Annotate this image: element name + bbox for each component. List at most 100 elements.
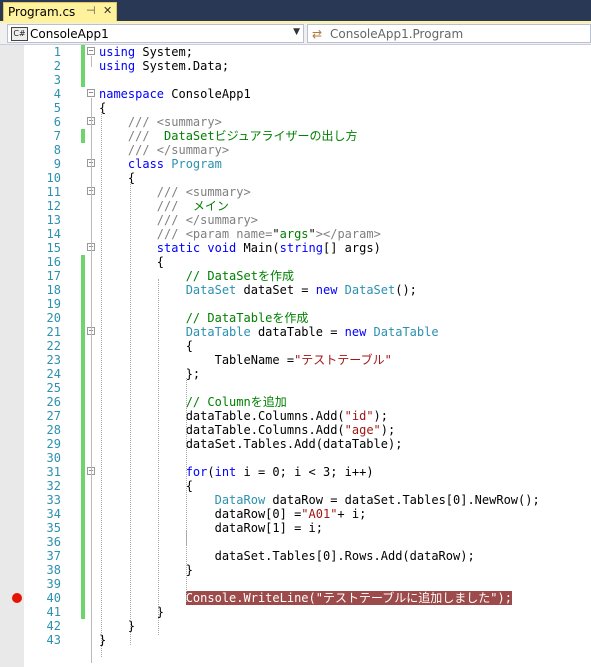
code-text: dataSet.Tables[0].Rows.Add(dataRow); <box>99 549 475 563</box>
code-line[interactable]: 35 dataRow[1] = i; <box>0 521 591 535</box>
code-token: namespace <box>99 87 165 101</box>
code-token: for <box>99 465 208 479</box>
code-text: Console.WriteLine("テストテーブルに追加しました"); <box>99 591 512 605</box>
change-indicator <box>81 339 85 353</box>
line-number: 21 <box>46 325 61 339</box>
code-text: // Columnを追加 <box>99 395 287 409</box>
code-token: new <box>308 283 338 297</box>
code-line[interactable]: 36 <box>0 535 591 549</box>
code-line[interactable]: 20 // DataTableを作成 <box>0 311 591 325</box>
code-line[interactable]: 40 Console.WriteLine("テストテーブルに追加しました"); <box>0 591 591 605</box>
outline-bracket <box>91 182 92 209</box>
outline-bracket <box>91 126 92 151</box>
change-indicator <box>81 255 85 269</box>
code-line[interactable]: 42 } <box>0 619 591 633</box>
code-token: "id" <box>344 409 374 423</box>
code-line[interactable]: 33 DataRow dataRow = dataSet.Tables[0].N… <box>0 493 591 507</box>
change-indicator <box>81 493 85 507</box>
code-editor[interactable]: 1− using System; 2 using System.Data; 3 4− nam… <box>0 45 591 667</box>
code-line[interactable]: 21− DataTable dataTable = new DataTable <box>0 325 591 339</box>
code-text: { <box>99 255 164 269</box>
change-indicator <box>81 591 85 605</box>
outline-bracket <box>91 490 92 615</box>
code-line[interactable]: 12 /// メイン <box>0 199 591 213</box>
code-line[interactable]: 19 <box>0 297 591 311</box>
code-line[interactable]: 25 <box>0 381 591 395</box>
change-indicator <box>81 507 85 521</box>
line-number: 20 <box>46 311 61 325</box>
line-number: 36 <box>46 535 61 549</box>
code-line[interactable]: 4 − namespace ConsoleApp1 <box>0 87 591 101</box>
code-line[interactable]: 10 { <box>0 171 591 185</box>
code-line[interactable]: 41 } <box>0 605 591 619</box>
collapse-icon[interactable]: − <box>87 47 95 55</box>
close-icon[interactable]: ✕ <box>103 4 112 17</box>
collapse-icon[interactable]: − <box>87 89 95 97</box>
code-line[interactable]: 7 /// DataSetビジュアライザーの出し方 <box>0 129 591 143</box>
change-indicator <box>81 521 85 535</box>
change-indicator <box>81 423 85 437</box>
code-line[interactable]: 29 dataSet.Tables.Add(dataTable); <box>0 437 591 451</box>
breakpoint-icon[interactable] <box>12 593 22 603</box>
code-token: System; <box>135 45 193 59</box>
code-line[interactable]: 30 <box>0 451 591 465</box>
code-line[interactable]: 24 }; <box>0 367 591 381</box>
code-line[interactable]: 11− /// <summary> <box>0 185 591 199</box>
code-line[interactable]: 17 // DataSetを作成 <box>0 269 591 283</box>
line-number: 40 <box>46 591 61 605</box>
code-line[interactable]: 1 − using System; <box>0 45 591 59</box>
code-line[interactable]: 22 { <box>0 339 591 353</box>
code-line[interactable]: 8 /// </summary> <box>0 143 591 157</box>
code-token: /// <summary> <box>99 185 251 199</box>
code-token: ( <box>207 465 215 479</box>
code-text: for(int i = 0; i < 3; i++) <box>99 465 374 479</box>
line-number: 30 <box>46 451 61 465</box>
line-number: 23 <box>46 353 61 367</box>
code-line[interactable]: 15− static void Main(string[] args) <box>0 241 591 255</box>
line-number: 5 <box>53 101 61 115</box>
change-indicator <box>81 129 85 143</box>
code-line[interactable]: 13 /// </summary> <box>0 213 591 227</box>
type-dropdown[interactable]: ⇄ ConsoleApp1.Program <box>307 24 591 43</box>
code-line[interactable]: 14 /// <param name="args"></param> <box>0 227 591 241</box>
code-line[interactable]: 26 // Columnを追加 <box>0 395 591 409</box>
code-line[interactable]: 37 dataSet.Tables[0].Rows.Add(dataRow); <box>0 549 591 563</box>
chevron-down-icon: ▼ <box>293 27 300 37</box>
indent-guide <box>158 279 159 635</box>
code-line[interactable]: 38 } <box>0 563 591 577</box>
line-number: 29 <box>46 437 61 451</box>
code-line[interactable]: 18 DataSet dataSet = new DataSet(); <box>0 283 591 297</box>
change-indicator <box>81 353 85 367</box>
line-number: 11 <box>46 185 61 199</box>
code-line[interactable]: 6− /// <summary> <box>0 115 591 129</box>
code-line[interactable]: 31− for(int i = 0; i < 3; i++) <box>0 465 591 479</box>
code-line[interactable]: 5{ <box>0 101 591 115</box>
code-line[interactable]: 3 <box>0 73 591 87</box>
code-line[interactable]: 9− class Program <box>0 157 591 171</box>
code-line[interactable]: 43} <box>0 633 591 647</box>
change-indicator <box>81 395 85 409</box>
code-line[interactable]: 34 dataRow[0] ="A01"+ i; <box>0 507 591 521</box>
code-token: DataSetビジュアライザーの出し方 <box>149 129 358 143</box>
code-line[interactable]: 23 TableName ="テストテーブル" <box>0 353 591 367</box>
pin-icon[interactable]: ⊣ <box>86 4 96 17</box>
code-line[interactable]: 28 dataTable.Columns.Add("age"); <box>0 423 591 437</box>
tab-program-cs[interactable]: Program.cs ⊣ ✕ <box>3 2 117 22</box>
change-indicator <box>81 577 85 591</box>
code-token: } <box>99 563 193 577</box>
code-text: using System.Data; <box>99 59 229 73</box>
project-dropdown[interactable]: C# ConsoleApp1 ▼ <box>7 24 304 43</box>
code-line[interactable]: 32 { <box>0 479 591 493</box>
code-token: dataSet = <box>236 283 309 297</box>
code-line[interactable]: 2 using System.Data; <box>0 59 591 73</box>
code-token: DataTable <box>99 325 251 339</box>
code-token: dataSet.Tables.Add(dataTable); <box>99 437 403 451</box>
code-line[interactable]: 39 <box>0 577 591 591</box>
line-number: 42 <box>46 619 61 633</box>
code-line[interactable]: 16 { <box>0 255 591 269</box>
change-indicator <box>81 45 85 59</box>
code-token: /// </summary> <box>99 213 258 227</box>
code-text: /// <summary> <box>99 115 222 129</box>
code-token: } <box>99 605 165 619</box>
code-line[interactable]: 27 dataTable.Columns.Add("id"); <box>0 409 591 423</box>
